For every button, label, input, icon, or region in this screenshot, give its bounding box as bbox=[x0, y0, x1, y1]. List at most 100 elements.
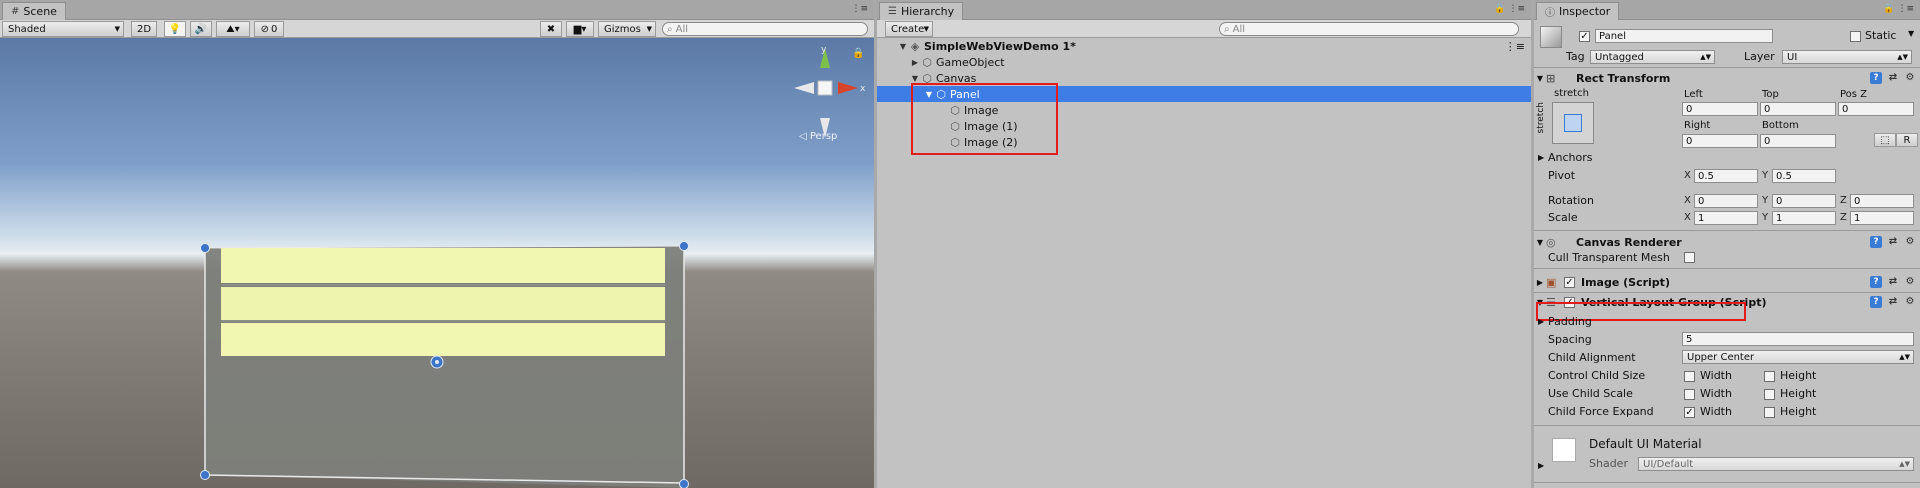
panel-menu-icon[interactable]: ⋮≡ bbox=[851, 4, 868, 14]
collapse-arrow-icon[interactable]: ▶ bbox=[909, 58, 921, 67]
raw-edit-button[interactable]: R bbox=[1896, 133, 1918, 147]
corner-handle-top-left[interactable] bbox=[200, 243, 210, 253]
scene-search-input[interactable]: ⌕ All bbox=[662, 22, 868, 36]
settings-gear-icon[interactable]: ⚙ bbox=[1904, 296, 1916, 308]
scale-width-checkbox[interactable] bbox=[1684, 389, 1695, 400]
hierarchy-tab[interactable]: ☰ Hierarchy bbox=[879, 2, 964, 20]
scene-tab[interactable]: # Scene bbox=[2, 2, 66, 20]
settings-gear-icon[interactable]: ⚙ bbox=[1904, 72, 1916, 84]
preset-icon[interactable]: ⇄ bbox=[1887, 236, 1899, 248]
preset-icon[interactable]: ⇄ bbox=[1887, 72, 1899, 84]
preset-icon[interactable]: ⇄ bbox=[1887, 276, 1899, 288]
image-script-header[interactable]: ▶ ▣ Image (Script) ? ⇄ ⚙ bbox=[1534, 273, 1920, 291]
static-checkbox[interactable] bbox=[1850, 31, 1861, 42]
left-field[interactable]: 0 bbox=[1682, 102, 1758, 116]
component-title: Image (Script) bbox=[1581, 275, 1670, 289]
image-2-sprite[interactable] bbox=[221, 323, 665, 356]
expand-arrow-icon[interactable]: ▼ bbox=[1534, 74, 1546, 83]
scale-y-field[interactable]: 1 bbox=[1772, 211, 1836, 225]
expand-arrow-icon[interactable]: ▼ bbox=[897, 42, 909, 51]
rotation-y-field[interactable]: 0 bbox=[1772, 194, 1836, 208]
scale-height-checkbox[interactable] bbox=[1764, 389, 1775, 400]
pivot-x-value: 0.5 bbox=[1698, 170, 1714, 182]
help-icon[interactable]: ? bbox=[1870, 236, 1882, 248]
anchor-presets-button[interactable] bbox=[1552, 102, 1594, 144]
image-1-sprite[interactable] bbox=[221, 287, 665, 320]
collapse-arrow-icon[interactable]: ▶ bbox=[1534, 278, 1546, 287]
gizmos-dropdown[interactable]: Gizmos ▼ bbox=[598, 21, 656, 37]
row-menu-icon[interactable]: ⋮≡ bbox=[1505, 40, 1525, 53]
shader-dropdown[interactable]: UI/Default ▲▼ bbox=[1638, 457, 1914, 471]
create-dropdown[interactable]: Create ▼ bbox=[885, 21, 933, 37]
collapse-arrow-icon[interactable]: ▶ bbox=[1538, 461, 1544, 470]
pivot-y-field[interactable]: 0.5 bbox=[1772, 169, 1836, 183]
lock-icon[interactable]: 🔒 bbox=[852, 47, 864, 59]
corner-handle-bottom-right[interactable] bbox=[679, 479, 689, 488]
gizmo-center-cube[interactable] bbox=[817, 80, 833, 96]
image-0-sprite[interactable] bbox=[221, 248, 665, 283]
inspector-tab[interactable]: ⓘ Inspector bbox=[1536, 2, 1620, 20]
scene-viewport[interactable]: y x ◁ Persp 🔒 bbox=[0, 38, 874, 488]
effects-dropdown-icon[interactable]: ⛰▾ bbox=[216, 21, 250, 37]
preset-icon[interactable]: ⇄ bbox=[1887, 296, 1899, 308]
settings-gear-icon[interactable]: ⚙ bbox=[1904, 236, 1916, 248]
tree-item-gameobject[interactable]: ▶ ⬡ GameObject bbox=[877, 54, 1531, 70]
audio-toggle-icon[interactable]: 🔊 bbox=[190, 21, 212, 37]
right-value: 0 bbox=[1686, 135, 1693, 147]
help-icon[interactable]: ? bbox=[1870, 72, 1882, 84]
control-width-checkbox[interactable] bbox=[1684, 371, 1695, 382]
persp-label[interactable]: ◁ Persp bbox=[799, 131, 837, 142]
shading-mode-dropdown[interactable]: Shaded ▼ bbox=[2, 21, 124, 37]
layer-dropdown[interactable]: UI ▲▼ bbox=[1782, 50, 1912, 64]
image-enabled-checkbox[interactable] bbox=[1564, 276, 1575, 288]
chevron-down-icon[interactable]: ▼ bbox=[1908, 29, 1914, 38]
lighting-toggle-icon[interactable]: 💡 bbox=[164, 21, 186, 37]
bottom-field[interactable]: 0 bbox=[1760, 134, 1836, 148]
blueprint-mode-icon[interactable]: ⬚ bbox=[1874, 133, 1896, 147]
settings-gear-icon[interactable]: ⚙ bbox=[1904, 276, 1916, 288]
expand-arrow-icon[interactable]: ▼ bbox=[1534, 238, 1546, 247]
anchors-foldout[interactable]: Anchors bbox=[1548, 151, 1593, 164]
component-title: Canvas Renderer bbox=[1576, 235, 1682, 249]
child-alignment-dropdown[interactable]: Upper Center ▲▼ bbox=[1682, 350, 1914, 364]
scale-x-field[interactable]: 1 bbox=[1694, 211, 1758, 225]
spacing-field[interactable]: 5 bbox=[1682, 332, 1914, 346]
pivot-x-field[interactable]: 0.5 bbox=[1694, 169, 1758, 183]
tag-dropdown[interactable]: Untagged ▲▼ bbox=[1590, 50, 1715, 64]
divider bbox=[1534, 482, 1920, 483]
canvas-renderer-header[interactable]: ▼ ◎ Canvas Renderer ? ⇄ ⚙ bbox=[1534, 233, 1920, 251]
rect-transform-header[interactable]: ▼ ⊞ Rect Transform ? ⇄ ⚙ bbox=[1534, 69, 1920, 87]
help-icon[interactable]: ? bbox=[1870, 276, 1882, 288]
corner-handle-top-right[interactable] bbox=[679, 241, 689, 251]
hierarchy-search-input[interactable]: ⌕ All bbox=[1219, 22, 1519, 36]
gizmo-x-cone[interactable] bbox=[838, 82, 858, 94]
gizmo-neg-x-cone[interactable] bbox=[794, 82, 814, 94]
corner-handle-bottom-left[interactable] bbox=[200, 470, 210, 480]
control-height-checkbox[interactable] bbox=[1764, 371, 1775, 382]
camera-dropdown-icon[interactable]: ▆▾ bbox=[566, 21, 594, 37]
hidden-objects-button[interactable]: ⊘ 0 bbox=[254, 21, 284, 37]
expand-width-checkbox[interactable] bbox=[1684, 407, 1695, 418]
scale-z-field[interactable]: 1 bbox=[1850, 211, 1914, 225]
expand-arrow-icon[interactable]: ▼ bbox=[909, 74, 921, 83]
panel-menu-icon[interactable]: 🔒 ⋮≡ bbox=[1494, 4, 1525, 14]
posz-label: Pos Z bbox=[1840, 89, 1868, 100]
collapse-arrow-icon[interactable]: ▶ bbox=[1538, 153, 1544, 162]
help-icon[interactable]: ? bbox=[1870, 296, 1882, 308]
create-label: Create bbox=[891, 23, 925, 35]
collapse-arrow-icon[interactable]: ▶ bbox=[1538, 317, 1544, 326]
2d-toggle-button[interactable]: 2D bbox=[131, 21, 157, 37]
tools-icon[interactable]: ✖ bbox=[540, 21, 562, 37]
object-name-field[interactable]: Panel bbox=[1595, 29, 1773, 43]
top-field[interactable]: 0 bbox=[1760, 102, 1836, 116]
posz-field[interactable]: 0 bbox=[1838, 102, 1914, 116]
rotation-x-field[interactable]: 0 bbox=[1694, 194, 1758, 208]
panel-menu-icon[interactable]: 🔒 ⋮≡ bbox=[1883, 4, 1914, 14]
active-checkbox[interactable] bbox=[1579, 31, 1590, 42]
right-field[interactable]: 0 bbox=[1682, 134, 1758, 148]
cull-transparent-mesh-checkbox[interactable] bbox=[1684, 252, 1695, 263]
rotation-z-field[interactable]: 0 bbox=[1850, 194, 1914, 208]
padding-foldout[interactable]: Padding bbox=[1548, 315, 1592, 328]
expand-height-checkbox[interactable] bbox=[1764, 407, 1775, 418]
scene-root-row[interactable]: ▼ ◈ SimpleWebViewDemo 1* ⋮≡ bbox=[877, 38, 1531, 54]
